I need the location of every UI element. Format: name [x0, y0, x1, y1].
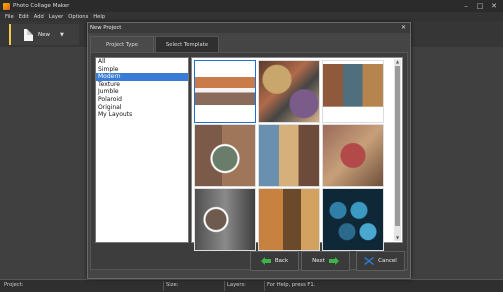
template-thumbnail[interactable] — [322, 188, 384, 251]
category-all[interactable]: All — [96, 58, 188, 66]
scroll-up-icon[interactable]: ▲ — [394, 59, 401, 65]
template-preview — [195, 189, 255, 250]
status-divider — [264, 281, 265, 291]
menu-options[interactable]: Options — [68, 14, 88, 20]
dialog-close-icon[interactable]: ✕ — [401, 24, 406, 31]
cancel-label: Cancel — [378, 258, 397, 264]
status-bar: Project: Size: Layers: For Help, press F… — [0, 279, 503, 292]
template-grid: ▲ ▼ — [191, 57, 403, 251]
template-preview — [259, 61, 319, 122]
arrow-right-icon — [328, 257, 339, 265]
scroll-down-icon[interactable]: ▼ — [394, 235, 401, 241]
cancel-x-icon — [364, 257, 375, 265]
template-thumbnail[interactable] — [258, 188, 320, 251]
dialog-tabs: Project Type Select Template — [90, 36, 219, 53]
tab-project-type[interactable]: Project Type — [90, 36, 154, 53]
menu-file[interactable]: File — [5, 14, 14, 20]
category-polaroid[interactable]: Polaroid — [96, 96, 188, 104]
template-thumbnail[interactable] — [258, 124, 320, 187]
arrow-left-icon — [260, 257, 271, 265]
title-bar: Photo Collage Maker – □ ✕ — [0, 0, 503, 12]
template-thumbnail[interactable] — [194, 188, 256, 251]
template-preview — [195, 61, 255, 122]
status-size: Size: — [166, 282, 179, 288]
template-preview — [323, 125, 383, 186]
tab-select-template[interactable]: Select Template — [155, 36, 219, 53]
minimize-icon[interactable]: – — [459, 0, 473, 12]
back-label: Back — [274, 258, 289, 264]
scroll-thumb[interactable] — [395, 66, 400, 226]
template-preview — [259, 125, 319, 186]
dialog-title-bar: New Project ✕ — [88, 23, 410, 33]
template-preview — [259, 189, 319, 250]
template-thumbnail[interactable] — [194, 60, 256, 123]
category-simple[interactable]: Simple — [96, 66, 188, 74]
menu-layer[interactable]: Layer — [49, 14, 63, 20]
template-thumbnail[interactable] — [322, 124, 384, 187]
cancel-button[interactable]: Cancel — [356, 251, 405, 271]
menu-help[interactable]: Help — [93, 14, 105, 20]
template-thumbnail[interactable] — [194, 124, 256, 187]
category-my-layouts[interactable]: My Layouts — [96, 111, 188, 119]
template-thumbnail[interactable] — [258, 60, 320, 123]
category-list[interactable]: All Simple Modern Texture Jumble Polaroi… — [95, 57, 189, 243]
menu-add[interactable]: Add — [34, 14, 44, 20]
new-project-dialog: New Project ✕ Project Type Select Templa… — [87, 22, 411, 279]
back-button[interactable]: Back — [250, 251, 299, 271]
app-icon — [3, 2, 10, 10]
template-preview — [195, 125, 255, 186]
category-jumble[interactable]: Jumble — [96, 88, 188, 96]
next-button[interactable]: Next — [301, 251, 350, 271]
next-label: Next — [312, 258, 325, 264]
category-original[interactable]: Original — [96, 104, 188, 112]
window-controls: – □ ✕ — [459, 0, 501, 12]
menu-edit[interactable]: Edit — [19, 14, 29, 20]
menu-bar: File Edit Add Layer Options Help — [0, 12, 503, 21]
new-document-icon — [24, 28, 33, 41]
maximize-icon[interactable]: □ — [473, 0, 487, 12]
status-divider — [163, 281, 164, 291]
template-preview — [323, 189, 383, 250]
close-icon[interactable]: ✕ — [487, 0, 501, 12]
status-divider — [224, 281, 225, 291]
status-layers: Layers: — [227, 282, 246, 288]
window-title: Photo Collage Maker — [13, 3, 70, 9]
status-help: For Help, press F1. — [267, 282, 316, 288]
template-thumbnail[interactable] — [322, 60, 384, 123]
category-texture[interactable]: Texture — [96, 81, 188, 89]
status-project: Project: — [4, 282, 24, 288]
dialog-title: New Project — [90, 25, 122, 31]
template-scrollbar[interactable]: ▲ ▼ — [394, 59, 401, 241]
new-button[interactable]: New ▼ — [9, 24, 79, 45]
dropdown-arrow-icon[interactable]: ▼ — [60, 32, 64, 38]
new-label: New — [38, 31, 50, 38]
category-modern[interactable]: Modern — [96, 73, 188, 81]
template-preview — [323, 61, 383, 122]
